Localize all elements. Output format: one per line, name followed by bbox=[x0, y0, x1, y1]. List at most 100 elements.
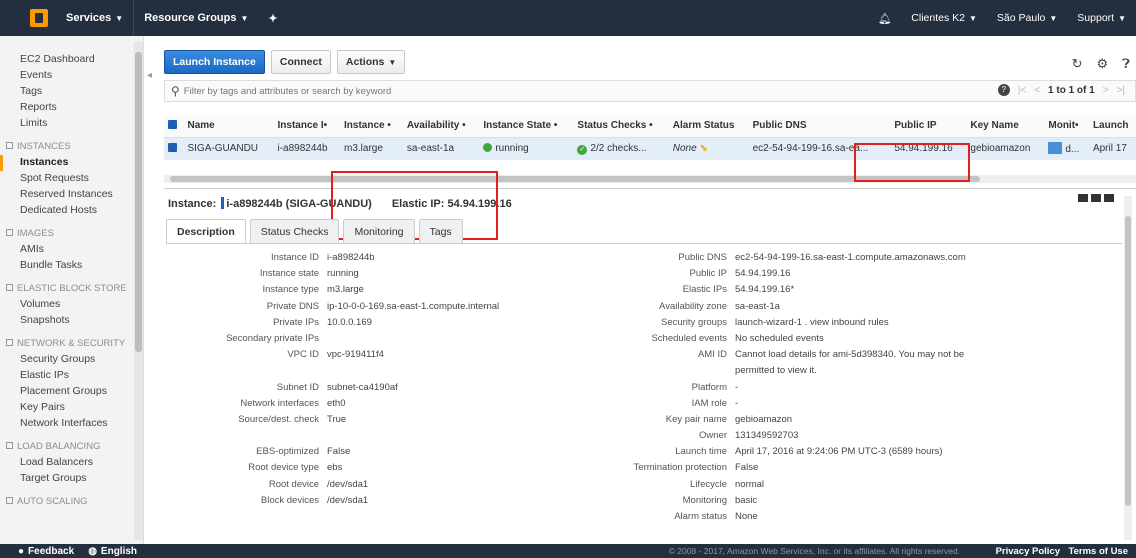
tab-tags[interactable]: Tags bbox=[418, 219, 463, 244]
gear-icon[interactable]: ⚙ bbox=[1097, 56, 1109, 72]
property-value[interactable]: /dev/sda1 bbox=[327, 495, 368, 506]
panel-size-icon[interactable] bbox=[1078, 194, 1088, 202]
account-menu[interactable]: Clientes K2 ▼ bbox=[901, 0, 987, 36]
sidebar-item-tags[interactable]: Tags bbox=[0, 84, 143, 100]
services-menu[interactable]: Services ▼ bbox=[56, 0, 133, 36]
row-checkbox[interactable] bbox=[164, 137, 184, 160]
resource-groups-menu[interactable]: Resource Groups ▼ bbox=[134, 0, 258, 36]
sidebar-item-bundle-tasks[interactable]: Bundle Tasks bbox=[0, 258, 143, 274]
property-row: Owner 131349592703 bbox=[574, 430, 985, 446]
refresh-icon[interactable]: ↻ bbox=[1072, 56, 1083, 72]
feedback-link[interactable]: ● Feedback bbox=[18, 546, 74, 557]
panel-size-icon[interactable] bbox=[1091, 194, 1101, 202]
region-menu[interactable]: São Paulo ▼ bbox=[987, 0, 1067, 36]
collapse-icon[interactable] bbox=[6, 442, 13, 449]
prev-page-icon[interactable]: < bbox=[1034, 85, 1040, 96]
sidebar-item-ec2-dashboard[interactable]: EC2 Dashboard bbox=[0, 52, 143, 68]
col-launch[interactable]: Launch bbox=[1088, 115, 1136, 138]
last-page-icon[interactable]: >| bbox=[1117, 85, 1125, 96]
collapse-sidebar-icon[interactable]: ◂ bbox=[147, 70, 152, 81]
table-row[interactable]: SIGA-GUANDU i-a898244b m3.large sa-east-… bbox=[164, 137, 1136, 160]
sidebar-item-network-interfaces[interactable]: Network Interfaces bbox=[0, 416, 143, 432]
col-instance-type[interactable]: Instance • bbox=[340, 115, 403, 138]
sidebar-item-spot-requests[interactable]: Spot Requests bbox=[0, 171, 143, 187]
table-horizontal-scrollbar[interactable] bbox=[164, 175, 1136, 183]
property-value[interactable]: No scheduled events bbox=[735, 333, 985, 344]
help-icon[interactable]: ? bbox=[997, 84, 1010, 96]
sidebar-section-images[interactable]: IMAGES bbox=[0, 219, 143, 242]
sidebar-item-reports[interactable]: Reports bbox=[0, 100, 143, 116]
property-value[interactable]: 54.94.199.16* bbox=[735, 284, 985, 295]
bell-icon[interactable]: ⬊ bbox=[699, 143, 707, 154]
sidebar-section-network-security[interactable]: NETWORK & SECURITY bbox=[0, 329, 143, 352]
bell-icon[interactable]: 🔔︎ bbox=[868, 0, 901, 36]
sidebar-item-instances[interactable]: Instances bbox=[0, 155, 143, 171]
col-monitoring[interactable]: Monit• bbox=[1044, 115, 1089, 138]
sidebar-item-reserved-instances[interactable]: Reserved Instances bbox=[0, 187, 143, 203]
pin-icon[interactable]: ✦ bbox=[258, 0, 287, 36]
launch-instance-button[interactable]: Launch Instance bbox=[164, 50, 265, 74]
collapse-icon[interactable] bbox=[6, 497, 13, 504]
sidebar-item-amis[interactable]: AMIs bbox=[0, 242, 143, 258]
col-public-ip[interactable]: Public IP bbox=[890, 115, 967, 138]
sidebar-item-placement-groups[interactable]: Placement Groups bbox=[0, 384, 143, 400]
sidebar-item-limits[interactable]: Limits bbox=[0, 116, 143, 132]
first-page-icon[interactable]: |< bbox=[1018, 85, 1026, 96]
sidebar-section-load-balancing[interactable]: LOAD BALANCING bbox=[0, 432, 143, 455]
collapse-icon[interactable] bbox=[6, 142, 13, 149]
property-row: Launch time April 17, 2016 at 9:24:06 PM … bbox=[574, 446, 985, 462]
col-alarm-status[interactable]: Alarm Status bbox=[668, 115, 749, 138]
col-key-name[interactable]: Key Name bbox=[966, 115, 1045, 138]
sidebar-section-instances[interactable]: INSTANCES bbox=[0, 132, 143, 155]
select-all-checkbox[interactable] bbox=[164, 115, 184, 138]
filter-input[interactable] bbox=[183, 85, 584, 97]
col-name[interactable]: Name bbox=[183, 115, 274, 138]
property-value: - bbox=[735, 381, 739, 393]
tab-status-checks[interactable]: Status Checks bbox=[249, 219, 340, 244]
support-menu[interactable]: Support ▼ bbox=[1067, 0, 1136, 36]
collapse-icon[interactable] bbox=[6, 339, 13, 346]
property-row: Root device/dev/sda1 bbox=[154, 479, 499, 495]
col-instance-id[interactable]: Instance I• bbox=[273, 115, 341, 138]
privacy-policy-link[interactable]: Privacy Policy bbox=[996, 546, 1060, 557]
sidebar-item-dedicated-hosts[interactable]: Dedicated Hosts bbox=[0, 203, 143, 219]
property-value[interactable]: launch-wizard-1 . view inbound rules bbox=[735, 317, 985, 328]
col-public-dns[interactable]: Public DNS bbox=[748, 115, 891, 138]
chevron-down-icon: ▼ bbox=[240, 13, 249, 23]
property-value[interactable]: eth0 bbox=[327, 398, 346, 409]
sidebar-item-elastic-ips[interactable]: Elastic IPs bbox=[0, 368, 143, 384]
sidebar-item-events[interactable]: Events bbox=[0, 68, 143, 84]
terms-of-use-link[interactable]: Terms of Use bbox=[1069, 546, 1128, 557]
main-content: Launch Instance Connect Actions ▼ ↻ ⚙ ❓︎ … bbox=[154, 36, 1136, 544]
collapse-icon[interactable] bbox=[6, 284, 13, 291]
sidebar-item-volumes[interactable]: Volumes bbox=[0, 297, 143, 313]
panel-size-icon[interactable] bbox=[1104, 194, 1114, 202]
col-instance-state[interactable]: Instance State • bbox=[479, 115, 574, 138]
scrollbar-thumb[interactable] bbox=[1125, 216, 1131, 506]
sidebar-scrollbar[interactable] bbox=[134, 42, 143, 540]
col-status-checks[interactable]: Status Checks • bbox=[573, 115, 669, 138]
next-page-icon[interactable]: > bbox=[1103, 85, 1109, 96]
sidebar-section-elastic-block-store[interactable]: ELASTIC BLOCK STORE bbox=[0, 274, 143, 297]
collapse-icon[interactable] bbox=[6, 229, 13, 236]
cell-instance-type: m3.large bbox=[340, 137, 403, 160]
tab-monitoring[interactable]: Monitoring bbox=[343, 219, 415, 244]
sidebar-section-auto-scaling[interactable]: AUTO SCALING bbox=[0, 487, 143, 510]
help-icon[interactable]: ❓︎ bbox=[1122, 56, 1130, 72]
scrollbar-thumb[interactable] bbox=[135, 52, 142, 352]
sidebar-item-key-pairs[interactable]: Key Pairs bbox=[0, 400, 143, 416]
col-availability[interactable]: Availability • bbox=[402, 115, 480, 138]
sidebar-item-load-balancers[interactable]: Load Balancers bbox=[0, 455, 143, 471]
language-selector[interactable]: ◍ English bbox=[88, 546, 137, 557]
sidebar-item-snapshots[interactable]: Snapshots bbox=[0, 313, 143, 329]
actions-button[interactable]: Actions ▼ bbox=[336, 50, 406, 74]
property-value[interactable]: 54.94.199.16 bbox=[735, 268, 985, 279]
cell-status-checks: ✓ 2/2 checks... bbox=[573, 137, 669, 160]
aws-logo-icon[interactable] bbox=[30, 9, 48, 27]
sidebar-item-security-groups[interactable]: Security Groups bbox=[0, 352, 143, 368]
connect-button[interactable]: Connect bbox=[270, 50, 331, 74]
tab-description[interactable]: Description bbox=[166, 219, 246, 244]
property-value[interactable]: /dev/sda1 bbox=[327, 479, 368, 490]
detail-vertical-scrollbar[interactable] bbox=[1124, 196, 1132, 540]
sidebar-item-target-groups[interactable]: Target Groups bbox=[0, 471, 143, 487]
